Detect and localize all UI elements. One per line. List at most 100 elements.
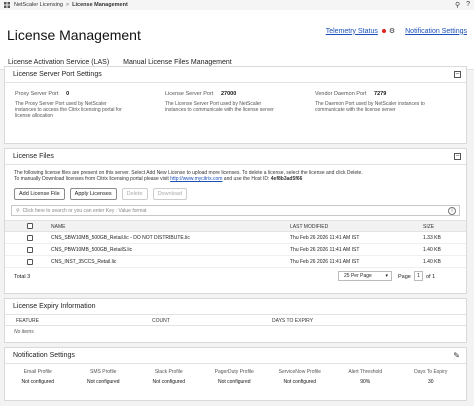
collapse-icon[interactable]: – xyxy=(454,153,461,160)
download-button[interactable]: Download xyxy=(152,188,188,200)
add-license-file-button[interactable]: Add License File xyxy=(14,188,65,200)
panel-title: License Server Port Settings xyxy=(13,71,102,78)
port-description: The Proxy Server Port used by NetScaler … xyxy=(15,101,122,119)
collapse-icon[interactable]: – xyxy=(454,71,461,78)
file-size: 1.40 KB xyxy=(423,259,441,265)
port-settings-panel: License Server Port Settings – Proxy Ser… xyxy=(4,66,467,144)
file-size: 1.40 KB xyxy=(423,247,441,253)
setting-label: ServiceNow Profile xyxy=(278,369,321,375)
host-id: 4ef8b3ad5f66 xyxy=(270,176,303,182)
setting-value: Not configured xyxy=(217,379,251,385)
column-header-count[interactable]: COUNT xyxy=(152,318,170,324)
breadcrumb-current: License Management xyxy=(72,2,128,8)
empty-message: No items xyxy=(14,329,34,335)
file-name: CNS_PBW10MB_500GB_RetailS.lic xyxy=(51,247,133,253)
proxy-port-item: Proxy Server Port 0 The Proxy Server Por… xyxy=(15,91,165,119)
help-icon[interactable]: ? xyxy=(466,1,470,9)
last-modified: Thu Feb 26 2026 11:41 AM IST xyxy=(290,235,360,241)
setting-value: Not configured xyxy=(152,379,186,385)
days-to-expiry-item: Days To Expiry 30 xyxy=(398,369,464,385)
telemetry-status-link[interactable]: Telemetry Status xyxy=(326,28,378,35)
pagerduty-profile-item: PagerDuty Profile Not configured xyxy=(202,369,268,385)
setting-label: Slack Profile xyxy=(154,369,183,375)
row-checkbox[interactable] xyxy=(27,235,33,241)
page-of-label: of 1 xyxy=(426,274,436,280)
app-grid-icon[interactable] xyxy=(4,2,10,8)
port-value: 27000 xyxy=(220,91,237,97)
search-input[interactable]: ⚲ Click here to search or you can enter … xyxy=(11,205,460,216)
alert-threshold-item: Alert Threshold 90% xyxy=(333,369,399,385)
setting-label: PagerDuty Profile xyxy=(214,369,254,375)
setting-label: Email Profile xyxy=(23,369,52,375)
setting-value: 30 xyxy=(427,379,434,385)
panel-header: License Server Port Settings – xyxy=(5,67,466,83)
port-label: License Server Port xyxy=(165,91,214,97)
port-value: 7279 xyxy=(374,91,387,97)
last-modified: Thu Feb 26 2026 11:41 AM IST xyxy=(290,247,360,253)
setting-value: Not configured xyxy=(283,379,317,385)
file-size: 1.33 KB xyxy=(423,235,441,241)
license-files-description: The following license files are present … xyxy=(5,165,466,182)
panel-title: Notification Settings xyxy=(13,352,75,359)
column-header-days-to-expiry[interactable]: DAYS TO EXPIRY xyxy=(272,318,313,324)
per-page-value: 25 Per Page xyxy=(344,273,372,279)
setting-label: SMS Profile xyxy=(90,369,117,375)
description-text: To manually Download licenses from Citri… xyxy=(14,176,171,182)
delete-button[interactable]: Delete xyxy=(121,188,148,200)
column-header-last-modified[interactable]: LAST MODIFIED xyxy=(290,224,328,230)
file-name: CNS_INST_35CCS_Retail.lic xyxy=(51,259,117,265)
last-modified: Thu Feb 26 2026 11:41 AM IST xyxy=(290,259,360,265)
top-bar: NetScaler Licensing > License Management… xyxy=(0,0,474,10)
pagination: Total 3 25 Per Page ▾ Page 1 of 1 xyxy=(5,268,466,286)
setting-value: Not configured xyxy=(21,379,55,385)
servicenow-profile-item: ServiceNow Profile Not configured xyxy=(267,369,333,385)
setting-value: Not configured xyxy=(86,379,120,385)
column-header-feature[interactable]: FEATURE xyxy=(16,318,39,324)
port-label: Vendor Daemon Port xyxy=(315,91,367,97)
gear-icon[interactable]: ⚙ xyxy=(389,27,395,35)
vendor-daemon-port-item: Vendor Daemon Port 7279 The Daemon Port … xyxy=(315,91,465,119)
file-name: CNS_SBW10MB_500GB_Retail.lic - DO NOT DI… xyxy=(51,235,190,241)
page-label: Page xyxy=(398,274,411,280)
notification-settings-link[interactable]: Notification Settings xyxy=(405,28,467,35)
per-page-select[interactable]: 25 Per Page ▾ xyxy=(338,271,392,281)
telemetry-status-dot xyxy=(381,29,386,33)
pin-icon[interactable]: ⚲ xyxy=(455,1,460,9)
table-row[interactable]: CNS_SBW10MB_500GB_Retail.lic - DO NOT DI… xyxy=(5,232,466,244)
panel-header: Notification Settings ✎ xyxy=(5,348,466,364)
table-header: FEATURE COUNT DAYS TO EXPIRY xyxy=(5,315,466,326)
setting-label: Alert Threshold xyxy=(348,369,383,375)
panel-header: License Files – xyxy=(5,149,466,165)
panel-header: License Expiry Information xyxy=(5,299,466,315)
mycitrix-link[interactable]: http://www.mycitrix.com xyxy=(170,176,222,182)
license-files-panel: License Files – The following license fi… xyxy=(4,148,467,294)
page-title: License Management xyxy=(7,27,141,43)
sms-profile-item: SMS Profile Not configured xyxy=(71,369,137,385)
search-placeholder: Click here to search or you can enter Ke… xyxy=(22,207,147,214)
info-icon[interactable]: i xyxy=(448,207,456,215)
select-all-checkbox[interactable] xyxy=(27,223,33,229)
slack-profile-item: Slack Profile Not configured xyxy=(136,369,202,385)
table-header: NAME LAST MODIFIED SIZE xyxy=(5,220,466,232)
page-header: License Management Telemetry Status ⚙ No… xyxy=(0,10,474,70)
port-label: Proxy Server Port xyxy=(15,91,59,97)
page-number-input[interactable]: 1 xyxy=(414,271,423,281)
breadcrumb-app[interactable]: NetScaler Licensing xyxy=(14,2,63,8)
column-header-size[interactable]: SIZE xyxy=(423,224,434,230)
port-description: The License Server Port used by NetScale… xyxy=(165,101,274,113)
license-expiry-panel: License Expiry Information FEATURE COUNT… xyxy=(4,298,467,343)
column-header-name[interactable]: NAME xyxy=(51,224,65,230)
table-row[interactable]: CNS_PBW10MB_500GB_RetailS.lic Thu Feb 26… xyxy=(5,244,466,256)
chevron-down-icon: ▾ xyxy=(385,273,388,279)
row-checkbox[interactable] xyxy=(27,247,33,253)
row-checkbox[interactable] xyxy=(27,259,33,265)
port-value: 0 xyxy=(66,91,70,97)
breadcrumb-separator: > xyxy=(65,2,70,8)
table-row[interactable]: CNS_INST_35CCS_Retail.lic Thu Feb 26 202… xyxy=(5,256,466,268)
panel-title: License Expiry Information xyxy=(13,303,96,310)
total-count: Total 3 xyxy=(14,274,31,280)
apply-licenses-button[interactable]: Apply Licenses xyxy=(69,188,117,200)
panel-title: License Files xyxy=(13,153,54,160)
edit-icon[interactable]: ✎ xyxy=(453,351,460,360)
search-icon: ⚲ xyxy=(16,207,20,214)
